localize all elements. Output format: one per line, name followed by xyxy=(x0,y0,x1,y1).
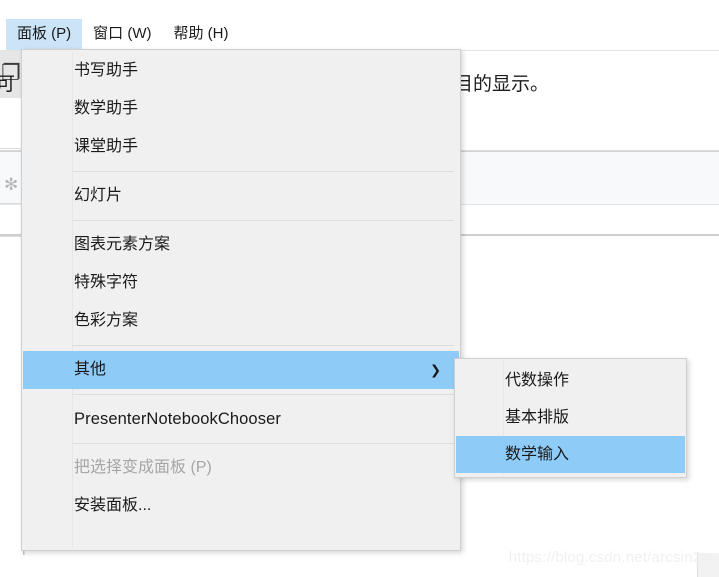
menu-item-label: 图表元素方案 xyxy=(74,236,171,253)
menu-separator-3 xyxy=(72,345,454,346)
menu-item-color-scheme[interactable]: 色彩方案 xyxy=(22,302,460,340)
menu-item-label: 基本排版 xyxy=(505,408,570,426)
left-gutter-line-1 xyxy=(0,148,23,149)
menu-item-label: 其他 xyxy=(74,361,107,378)
menu-separator-2 xyxy=(72,220,454,221)
chevron-right-icon: ❯ xyxy=(430,362,441,378)
menu-item-make-selection-panel: 把选择变成面板 (P) xyxy=(22,449,460,487)
menu-item-label: 幻灯片 xyxy=(74,187,123,204)
gear-icon: ✻ xyxy=(4,175,19,194)
menu-item-writing-assistant[interactable]: 书写助手 xyxy=(22,52,460,90)
menu-item-class-assistant[interactable]: 课堂助手 xyxy=(22,128,460,166)
menu-item-special-characters[interactable]: 特殊字符 xyxy=(22,264,460,302)
menu-separator-5 xyxy=(72,443,454,444)
menu-item-label: 安装面板... xyxy=(74,497,152,514)
submenu-item-basic-typesetting[interactable]: 基本排版 xyxy=(455,399,686,436)
left-gutter-line-2 xyxy=(0,203,23,204)
menu-item-other[interactable]: 其他 ❯ xyxy=(23,351,459,389)
menu-item-chart-element-scheme[interactable]: 图表元素方案 xyxy=(22,226,460,264)
panel-dropdown-menu: 书写助手 数学助手 课堂助手 幻灯片 图表元素方案 特殊字符 色彩方案 其他 ❯… xyxy=(21,49,461,551)
other-submenu: 代数操作 基本排版 数学输入 xyxy=(454,358,687,478)
menubar-item-window[interactable]: 窗口 (W) xyxy=(82,19,162,50)
menu-item-label: 特殊字符 xyxy=(74,274,139,291)
menu-item-slideshow[interactable]: 幻灯片 xyxy=(22,177,460,215)
menu-item-math-assistant[interactable]: 数学助手 xyxy=(22,90,460,128)
submenu-item-math-input[interactable]: 数学输入 xyxy=(456,436,685,473)
menu-item-label: 把选择变成面板 (P) xyxy=(74,459,212,476)
watermark: https://blog.csdn.net/arcsin2x xyxy=(508,549,709,566)
background-text-right: 目的显示。 xyxy=(454,74,550,95)
background-text-left: 可 xyxy=(0,74,16,95)
menu-bar-items: ) 面板 (P) 窗口 (W) 帮助 (H) xyxy=(0,18,240,50)
submenu-item-algebra-operations[interactable]: 代数操作 xyxy=(455,362,686,399)
menubar-item-help[interactable]: 帮助 (H) xyxy=(163,19,240,50)
menu-item-label: 课堂助手 xyxy=(74,138,139,155)
menu-item-label: 色彩方案 xyxy=(74,312,139,329)
menubar-item-panel[interactable]: 面板 (P) xyxy=(6,18,83,50)
menu-item-install-panel[interactable]: 安装面板... xyxy=(22,487,460,525)
menu-item-label: PresenterNotebookChooser xyxy=(74,410,281,428)
menu-separator-1 xyxy=(72,171,454,172)
menu-item-label: 代数操作 xyxy=(505,371,570,389)
menu-item-presenter-notebook-chooser[interactable]: PresenterNotebookChooser xyxy=(22,400,460,438)
menu-item-label: 数学输入 xyxy=(505,445,570,463)
menu-item-label: 数学助手 xyxy=(74,100,139,117)
menu-bar: ) 面板 (P) 窗口 (W) 帮助 (H) xyxy=(0,0,719,51)
menu-item-label: 书写助手 xyxy=(74,62,139,79)
menu-separator-4 xyxy=(72,394,454,395)
left-gutter-line-3 xyxy=(0,236,23,237)
